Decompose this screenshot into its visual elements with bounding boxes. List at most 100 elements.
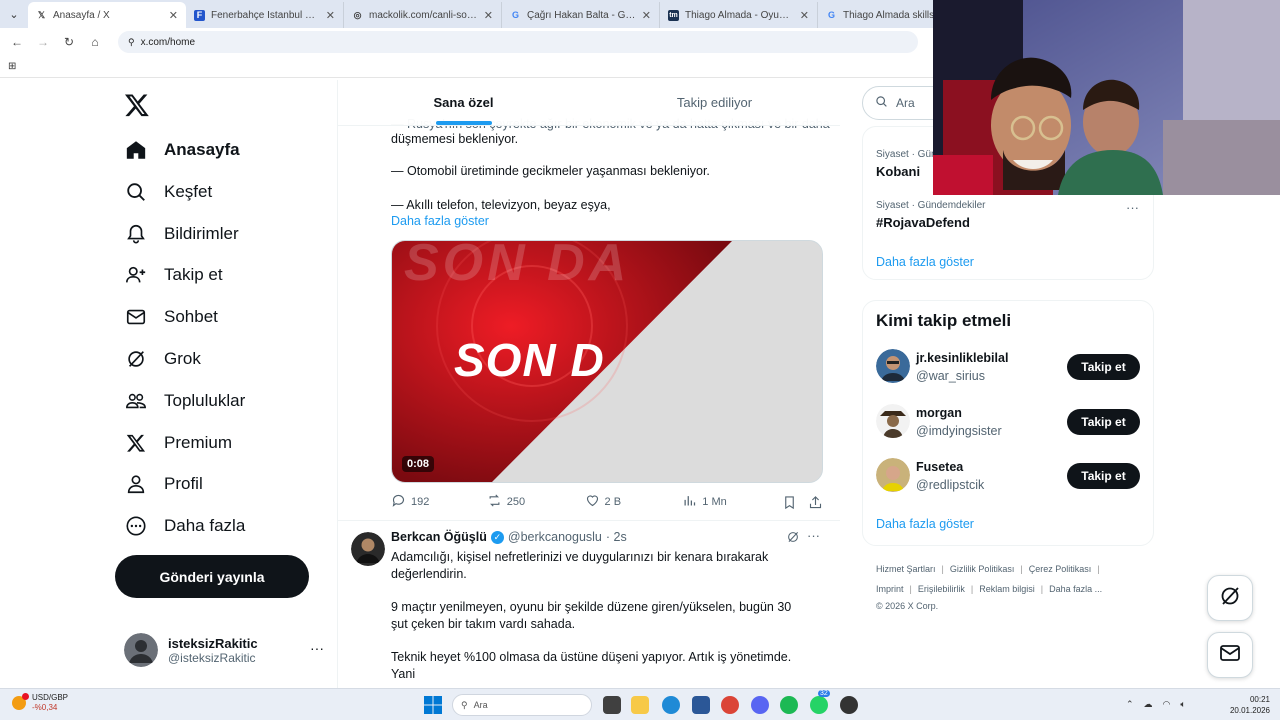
store-icon[interactable]	[692, 696, 710, 714]
sidebar-item-home[interactable]: Anasayfa	[124, 136, 240, 164]
show-more-link[interactable]: Daha fazla göster	[391, 213, 489, 230]
post-button[interactable]: Gönderi yayınla	[115, 555, 309, 598]
system-clock[interactable]: 00:21 20.01.2026	[1230, 694, 1270, 716]
tab-transfermarkt[interactable]: tm Thiago Almada - Oyuncu profili ✕	[660, 2, 818, 28]
suggestion-name: Fusetea	[916, 460, 964, 474]
sidebar-item-follow[interactable]: Takip et	[124, 261, 223, 289]
trend-name[interactable]: #RojavaDefend	[876, 215, 970, 230]
back-arrow-icon[interactable]: ←	[6, 31, 28, 53]
tab-title: Anasayfa / X	[53, 9, 110, 21]
reply-count: 192	[411, 496, 430, 508]
sidebar-item-communities[interactable]: Topluluklar	[124, 387, 245, 415]
follow-suggestion[interactable]: morgan @imdyingsister Takip et	[876, 404, 1140, 440]
spotify-icon[interactable]	[780, 696, 798, 714]
chevron-up-icon[interactable]: ⌃	[1126, 699, 1134, 710]
sidebar-item-more[interactable]: Daha fazla	[124, 512, 245, 540]
file-explorer-icon[interactable]	[631, 696, 649, 714]
footer-separator: |	[1040, 584, 1044, 594]
close-tab-icon[interactable]: ✕	[484, 9, 493, 22]
follow-button[interactable]: Takip et	[1067, 409, 1140, 435]
messages-floating-button[interactable]	[1207, 632, 1253, 678]
follow-suggestion[interactable]: Fusetea @redlipstcik Takip et	[876, 458, 1140, 494]
copyright-text: © 2026 X Corp.	[876, 601, 939, 611]
footer-link[interactable]: Imprint	[876, 584, 904, 594]
follow-suggestion[interactable]: jr.kesinliklebilal @war_sirius Takip et	[876, 349, 1140, 385]
close-tab-icon[interactable]: ✕	[642, 9, 651, 22]
discord-icon[interactable]	[751, 696, 769, 714]
network-icon[interactable]: ☁	[1144, 699, 1153, 710]
tab-mackolik[interactable]: ◎ mackolik.com/canli-sonuclar ✕	[344, 2, 502, 28]
follow-button[interactable]: Takip et	[1067, 354, 1140, 380]
close-tab-icon[interactable]: ✕	[169, 9, 178, 22]
tab-following[interactable]: Takip ediliyor	[589, 80, 840, 125]
footer-link[interactable]: Reklam bilgisi	[979, 584, 1035, 594]
bookmark-icon[interactable]	[782, 495, 808, 510]
reply-icon	[391, 493, 406, 511]
tab-google-search-1[interactable]: G Çağrı Hakan Balta - Google'da Ara ✕	[502, 2, 660, 28]
volume-icon[interactable]: 🔈︎	[1180, 699, 1185, 710]
reload-icon[interactable]: ↻	[58, 31, 80, 53]
repost-button[interactable]: 250	[487, 493, 585, 511]
tweet-author-name[interactable]: Berkcan Öğüşlü	[391, 530, 487, 544]
sidebar-item-grok[interactable]: Grok	[124, 345, 201, 373]
task-view-icon[interactable]	[603, 696, 621, 714]
more-dots-icon[interactable]: ···	[807, 528, 820, 543]
tweet-author-handle[interactable]: @berkcanoguslu	[508, 530, 602, 544]
footer-link[interactable]: Daha fazla ...	[1049, 584, 1102, 594]
close-tab-icon[interactable]: ✕	[800, 9, 809, 22]
apps-grid-icon[interactable]: ⊞	[8, 61, 16, 72]
footer-link[interactable]: Çerez Politikası	[1029, 564, 1092, 574]
footer-link[interactable]: Erişilebilirlik	[918, 584, 965, 594]
avatar[interactable]	[351, 532, 385, 566]
tab-x-home[interactable]: 𝕏 Anasayfa / X ✕	[28, 2, 186, 28]
more-dots-icon[interactable]: ···	[310, 640, 324, 656]
footer-link[interactable]: Hizmet Şartları	[876, 564, 936, 574]
who-to-follow-show-more-link[interactable]: Daha fazla göster	[876, 517, 974, 531]
sidebar-item-label: Anasayfa	[164, 140, 240, 159]
trends-show-more-link[interactable]: Daha fazla göster	[876, 255, 974, 269]
wifi-icon[interactable]: ◠	[1163, 699, 1171, 710]
account-switcher[interactable]: isteksizRakitic @isteksizRakitic ···	[124, 632, 324, 668]
tweet-time[interactable]: · 2s	[606, 530, 627, 544]
forward-arrow-icon[interactable]: →	[32, 31, 54, 53]
close-tab-icon[interactable]: ✕	[326, 9, 335, 22]
who-to-follow-title: Kimi takip etmeli	[876, 311, 1012, 330]
tweet-text-line: — Akıllı telefon, televizyon, beyaz eşya…	[391, 198, 611, 212]
address-bar[interactable]: ⚲ x.com/home	[118, 31, 918, 53]
sidebar-item-premium[interactable]: Premium	[124, 429, 232, 457]
footer-separator: |	[1020, 564, 1023, 574]
sidebar-item-label: Profil	[164, 474, 203, 493]
reply-button[interactable]: 192	[391, 493, 487, 511]
sidebar-item-chat[interactable]: Sohbet	[124, 303, 218, 331]
edge-browser-icon[interactable]	[662, 696, 680, 714]
tab-fenerbahce[interactable]: F Fenerbahçe İstanbul canlı skoru ✕	[186, 2, 344, 28]
whatsapp-icon[interactable]: 32	[810, 690, 830, 714]
sidebar-item-profile[interactable]: Profil	[124, 470, 203, 498]
trend-name[interactable]: Kobani	[876, 164, 920, 179]
sidebar-item-notifications[interactable]: Bildirimler	[124, 220, 239, 248]
grok-icon[interactable]	[786, 530, 800, 547]
views-chart-icon	[682, 493, 697, 511]
chrome-icon[interactable]	[721, 696, 739, 714]
share-icon[interactable]	[808, 495, 823, 510]
windows-start-icon[interactable]	[424, 696, 442, 714]
follow-button[interactable]: Takip et	[1067, 463, 1140, 489]
grok-floating-button[interactable]	[1207, 575, 1253, 621]
tab-for-you[interactable]: Sana özel	[338, 80, 589, 125]
app-icon[interactable]	[840, 696, 858, 714]
tab-search-icon[interactable]: ⌄	[0, 0, 28, 28]
like-button[interactable]: 2 B	[585, 493, 683, 511]
home-button-icon[interactable]: ⌂	[84, 31, 106, 53]
ticker-widget[interactable]: USD/GBP -%0,34	[12, 693, 68, 713]
tweet-video[interactable]: SON DA SON D 0:08	[391, 240, 823, 483]
verified-badge-icon: ✓	[490, 530, 504, 544]
site-info-icon[interactable]: ⚲	[128, 37, 135, 48]
more-dots-icon[interactable]: ···	[1126, 200, 1139, 215]
views-button[interactable]: 1 Mn	[682, 493, 782, 511]
taskbar-search[interactable]: ⚲ Ara	[452, 694, 592, 716]
footer-link[interactable]: Gizlilik Politikası	[950, 564, 1015, 574]
sidebar-item-explore[interactable]: Keşfet	[124, 178, 212, 206]
tab-title: mackolik.com/canli-sonuclar	[369, 9, 478, 21]
x-logo-icon[interactable]	[124, 92, 150, 118]
search-placeholder: Ara	[896, 96, 915, 110]
